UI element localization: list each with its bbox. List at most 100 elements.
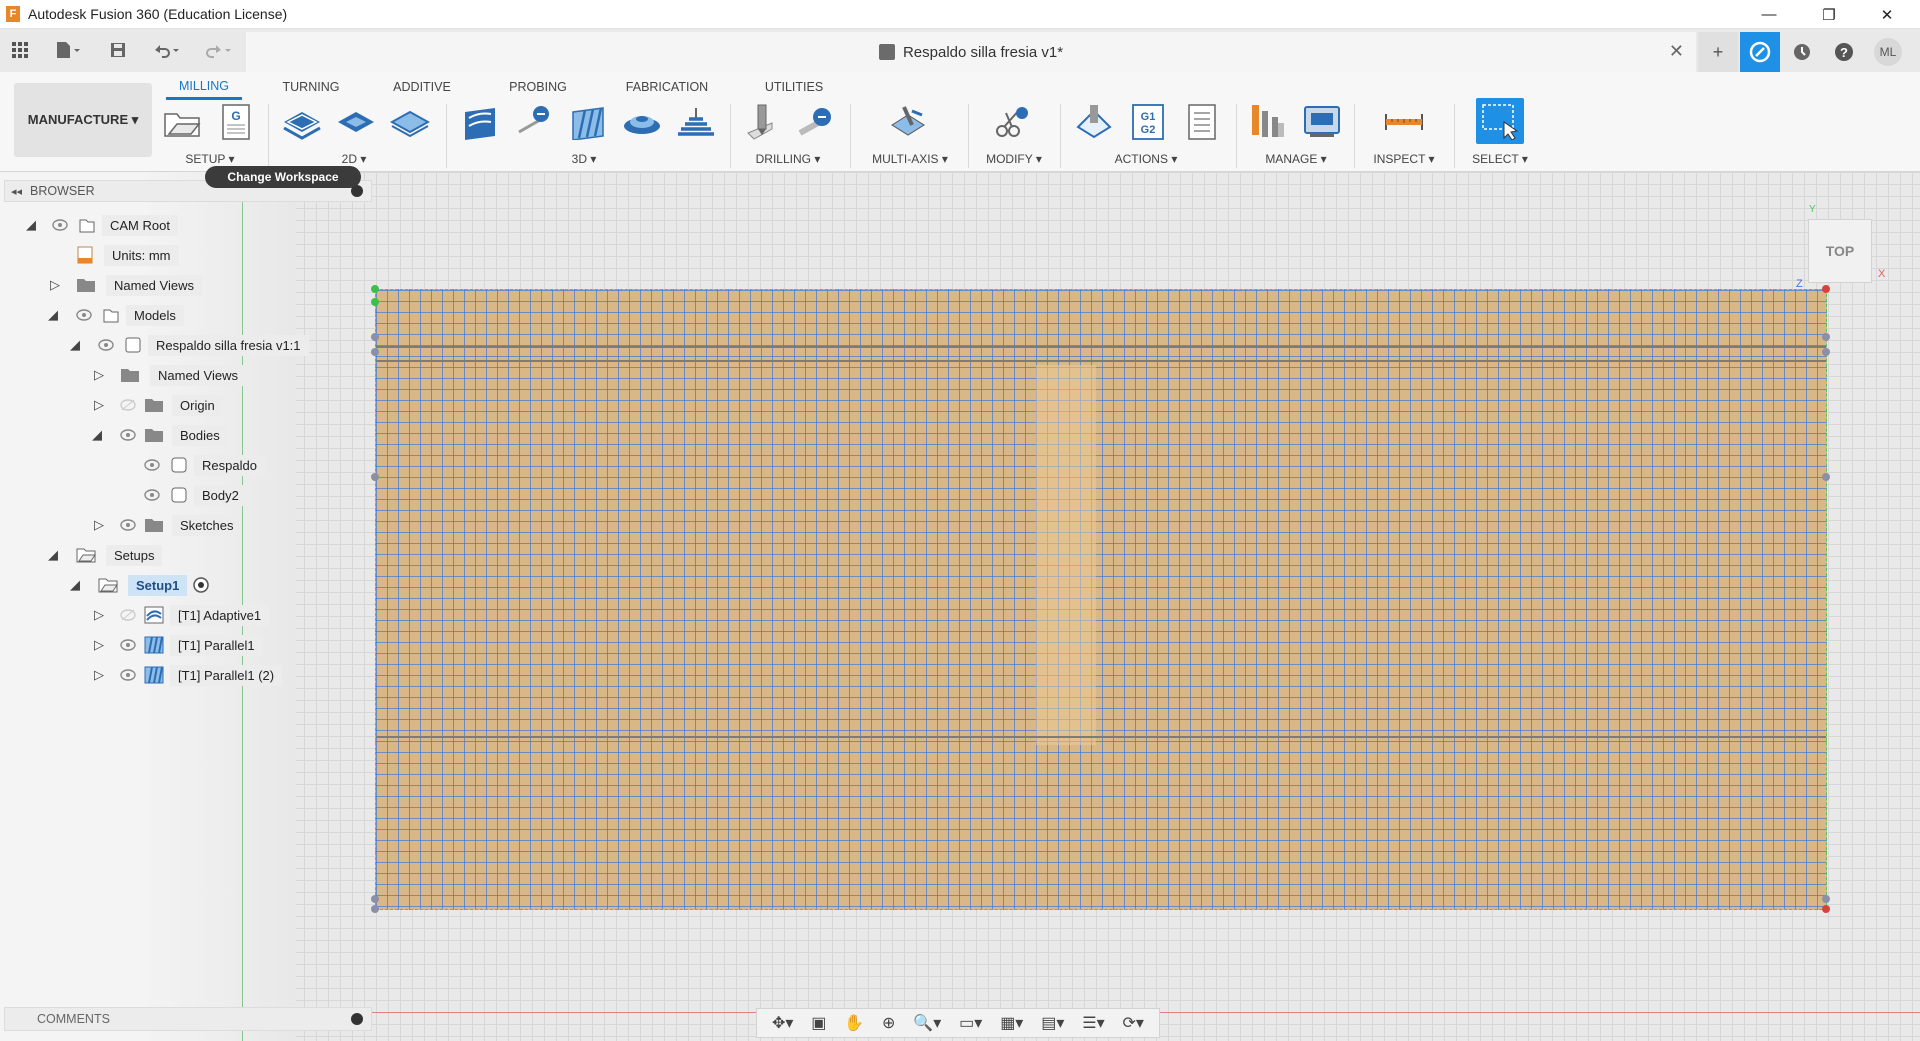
add-comment-icon[interactable] (351, 1013, 363, 1025)
post-process-icon[interactable]: G1 G2 (1128, 102, 1168, 142)
tab-probing[interactable]: PROBING (500, 74, 576, 100)
orbit-icon[interactable]: ✥▾ (772, 1013, 793, 1033)
2d-pocket-icon[interactable] (336, 102, 376, 142)
swarf-icon[interactable] (886, 102, 926, 142)
zoom-icon[interactable]: ⊕ (882, 1013, 895, 1033)
eye-hidden-icon[interactable] (120, 399, 136, 411)
tab-turning[interactable]: TURNING (276, 74, 346, 100)
collapse-triangle-icon[interactable]: ◢ (26, 217, 36, 233)
tree-item-named-views[interactable]: Named Views (76, 274, 202, 296)
facing-icon[interactable] (390, 102, 430, 142)
tree-item-op-parallel1[interactable]: [T1] Parallel1 (120, 634, 263, 656)
file-menu-icon[interactable] (48, 37, 88, 63)
job-status-clock-icon[interactable] (1782, 32, 1822, 72)
inspect-group-label[interactable]: INSPECT ▾ (1364, 152, 1444, 168)
tab-utilities[interactable]: UTILITIES (756, 74, 832, 100)
stock-corner-handle[interactable] (371, 298, 379, 306)
collapse-triangle-icon[interactable]: ◢ (70, 577, 80, 593)
stock-edge-handle[interactable] (371, 348, 379, 356)
collapse-triangle-icon[interactable]: ◢ (48, 547, 58, 563)
eye-icon[interactable] (120, 639, 136, 651)
help-icon[interactable]: ? (1824, 32, 1864, 72)
tree-item-op-parallel1-2[interactable]: [T1] Parallel1 (2) (120, 664, 283, 686)
tree-item-cam-root[interactable]: CAM Root (52, 214, 178, 236)
pan-icon[interactable]: ✋ (844, 1013, 864, 1033)
new-folder-icon[interactable] (162, 102, 202, 142)
stock-edge-handle[interactable] (1822, 348, 1830, 356)
expand-triangle-icon[interactable]: ▷ (94, 607, 104, 623)
tree-item-origin[interactable]: Origin (120, 394, 223, 416)
actions-group-label[interactable]: ACTIONS ▾ (1104, 152, 1188, 168)
stock-corner-handle[interactable] (1822, 285, 1830, 293)
tree-item-setups[interactable]: Setups (76, 544, 163, 566)
parallel-icon[interactable] (568, 102, 608, 142)
tree-item-setup1[interactable]: Setup1 (98, 574, 211, 596)
tree-item-body-respaldo[interactable]: Respaldo (144, 454, 265, 476)
extensions-button[interactable] (1740, 32, 1780, 72)
2d-adaptive-icon[interactable] (282, 102, 322, 142)
collapse-triangle-icon[interactable]: ◢ (70, 337, 80, 353)
undo-icon[interactable] (146, 37, 186, 63)
setup-sheet-icon[interactable] (1182, 102, 1222, 142)
close-tab-icon[interactable]: ✕ (1669, 41, 1684, 62)
expand-triangle-icon[interactable]: ▷ (50, 277, 60, 293)
tree-item-sketches[interactable]: Sketches (120, 514, 242, 536)
display-settings-icon[interactable]: ▭▾ (959, 1013, 982, 1033)
tab-additive[interactable]: ADDITIVE (386, 74, 458, 100)
redo-icon[interactable] (198, 37, 238, 63)
viewports-icon[interactable]: ▤▾ (1041, 1013, 1064, 1033)
tree-item-body2[interactable]: Body2 (144, 484, 247, 506)
eye-icon[interactable] (120, 669, 136, 681)
collapse-panel-icon[interactable]: ◂◂ (11, 185, 22, 198)
trim-icon[interactable] (992, 102, 1032, 142)
drill-icon[interactable] (742, 102, 782, 142)
eye-icon[interactable] (144, 489, 160, 501)
expand-triangle-icon[interactable]: ▷ (94, 367, 104, 383)
simulate-icon[interactable] (1074, 102, 1114, 142)
contour-icon[interactable] (622, 102, 662, 142)
stock-edge-handle[interactable] (371, 473, 379, 481)
tree-item-bodies[interactable]: Bodies (120, 424, 228, 446)
stock-edge-handle[interactable] (1822, 895, 1830, 903)
select-tool[interactable] (1476, 98, 1524, 144)
eye-icon[interactable] (52, 219, 68, 231)
tree-item-named-views-sub[interactable]: Named Views (120, 364, 246, 386)
eye-icon[interactable] (120, 429, 136, 441)
document-tab[interactable]: Respaldo silla fresia v1* ✕ (246, 32, 1696, 72)
multiaxis-group-label[interactable]: MULTI-AXIS ▾ (862, 152, 958, 168)
eye-icon[interactable] (120, 519, 136, 531)
expand-triangle-icon[interactable]: ▷ (94, 667, 104, 683)
stock-workpiece[interactable] (371, 285, 1830, 913)
stock-corner-handle[interactable] (371, 905, 379, 913)
expand-triangle-icon[interactable]: ▷ (94, 517, 104, 533)
manage-group-label[interactable]: MANAGE ▾ (1254, 152, 1338, 168)
user-avatar[interactable]: ML (1868, 32, 1908, 72)
stock-edge-handle[interactable] (1822, 473, 1830, 481)
tab-milling[interactable]: MILLING (166, 74, 242, 100)
expand-triangle-icon[interactable]: ▷ (94, 637, 104, 653)
data-panel-grid-icon[interactable] (6, 37, 34, 63)
stock-corner-handle[interactable] (1822, 905, 1830, 913)
3d-viewport[interactable]: Z X Y (148, 172, 1920, 1041)
stock-edge-handle[interactable] (1822, 333, 1830, 341)
stock-edge-handle[interactable] (371, 895, 379, 903)
nc-program-icon[interactable]: G (216, 102, 256, 142)
3d-group-label[interactable]: 3D ▾ (548, 152, 620, 168)
tree-item-model-component[interactable]: Respaldo silla fresia v1:1 (98, 334, 309, 356)
tab-fabrication[interactable]: FABRICATION (620, 74, 714, 100)
tree-item-models[interactable]: Models (76, 304, 184, 326)
close-window-button[interactable]: ✕ (1858, 0, 1916, 29)
3d-pocket-icon[interactable] (514, 102, 554, 142)
eye-icon[interactable] (144, 459, 160, 471)
collapse-triangle-icon[interactable]: ◢ (48, 307, 58, 323)
measure-icon[interactable] (1384, 102, 1424, 142)
maximize-button[interactable]: ❐ (1800, 0, 1858, 29)
minimize-button[interactable]: — (1740, 0, 1798, 29)
display-mode-icon[interactable]: ☰▾ (1082, 1013, 1104, 1033)
activate-radio-icon[interactable] (191, 575, 211, 595)
viewcube[interactable]: TOP (1808, 219, 1872, 283)
tool-library-icon[interactable] (1248, 102, 1288, 142)
tree-item-op-adaptive1[interactable]: [T1] Adaptive1 (120, 604, 270, 626)
zoom-window-icon[interactable]: 🔍▾ (913, 1013, 941, 1033)
stock-edge-handle[interactable] (371, 333, 379, 341)
